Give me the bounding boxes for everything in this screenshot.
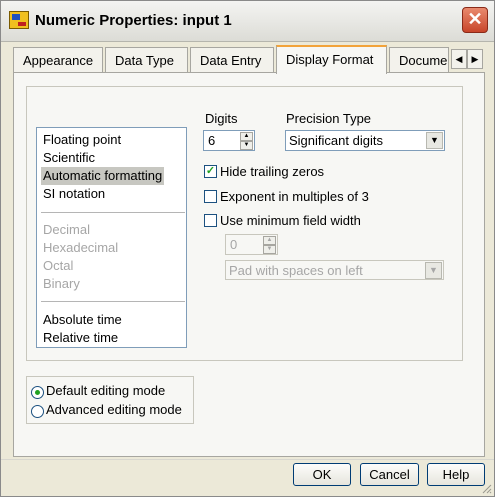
- window-title: Numeric Properties: input 1: [35, 12, 232, 29]
- tab-documentation[interactable]: Documentation: [389, 47, 449, 73]
- labview-app-icon: [9, 11, 29, 29]
- list-item-hexadecimal: Hexadecimal: [43, 240, 119, 255]
- exponent-multiples-checkbox[interactable]: [204, 190, 217, 203]
- exponent-multiples-label[interactable]: Exponent in multiples of 3: [220, 189, 369, 204]
- tab-appearance[interactable]: Appearance: [13, 47, 103, 73]
- title-bar[interactable]: Numeric Properties: input 1 ✕: [1, 1, 494, 42]
- default-editing-mode-label[interactable]: Default editing mode: [46, 383, 165, 398]
- min-field-width-label[interactable]: Use minimum field width: [220, 213, 361, 228]
- advanced-editing-mode-label[interactable]: Advanced editing mode: [46, 402, 182, 417]
- spin-up-icon[interactable]: ▲: [240, 132, 253, 141]
- precision-type-select[interactable]: Significant digits ▼: [285, 130, 445, 151]
- spin-down-icon: ▼: [263, 245, 276, 254]
- list-item-relative-time[interactable]: Relative time: [43, 329, 118, 347]
- ok-button[interactable]: OK: [293, 463, 351, 486]
- list-separator: [41, 212, 185, 213]
- arrow-right-icon: ▶: [471, 54, 479, 64]
- padding-select: Pad with spaces on left ▼: [225, 260, 444, 280]
- dialog-window: Numeric Properties: input 1 ✕ Appearance…: [0, 0, 495, 497]
- padding-value: Pad with spaces on left: [229, 263, 363, 278]
- hide-trailing-zeros-label[interactable]: Hide trailing zeros: [220, 164, 324, 179]
- list-item-absolute-time[interactable]: Absolute time: [43, 311, 122, 329]
- tab-scroll-left-button[interactable]: ◀: [451, 49, 467, 69]
- chevron-down-icon[interactable]: ▼: [426, 132, 443, 149]
- chevron-down-icon: ▼: [425, 262, 442, 279]
- tab-data-type[interactable]: Data Type: [105, 47, 188, 73]
- min-width-stepper: 0 ▲ ▼: [225, 234, 278, 255]
- tab-data-entry[interactable]: Data Entry: [190, 47, 274, 73]
- footer-divider: [1, 459, 494, 460]
- list-item-octal: Octal: [43, 258, 74, 273]
- precision-type-value: Significant digits: [289, 133, 383, 148]
- list-item-floating-point[interactable]: Floating point: [43, 131, 121, 149]
- digits-label: Digits: [205, 111, 238, 126]
- list-item-binary: Binary: [43, 276, 80, 291]
- list-item-automatic-formatting[interactable]: Automatic formatting: [41, 167, 165, 185]
- spin-down-icon[interactable]: ▼: [240, 141, 253, 150]
- hide-trailing-zeros-checkbox[interactable]: ✓: [204, 165, 217, 178]
- list-item-si-notation[interactable]: SI notation: [43, 185, 105, 203]
- help-button[interactable]: Help: [427, 463, 485, 486]
- min-field-width-checkbox[interactable]: [204, 214, 217, 227]
- tab-scroll-right-button[interactable]: ▶: [467, 49, 483, 69]
- min-width-value: 0: [230, 237, 238, 252]
- cancel-button[interactable]: Cancel: [360, 463, 419, 486]
- spin-up-icon: ▲: [263, 236, 276, 245]
- format-type-list[interactable]: Floating point Scientific Automatic form…: [36, 127, 187, 348]
- digits-stepper[interactable]: 6 ▲ ▼: [203, 130, 255, 151]
- precision-type-label: Precision Type: [286, 111, 372, 126]
- advanced-editing-mode-radio[interactable]: [31, 405, 44, 418]
- tab-display-format[interactable]: Display Format: [276, 45, 387, 74]
- close-button[interactable]: ✕: [462, 7, 488, 33]
- list-separator: [41, 301, 185, 302]
- digits-value[interactable]: 6: [208, 133, 215, 148]
- list-item-scientific[interactable]: Scientific: [43, 149, 95, 167]
- arrow-left-icon: ◀: [455, 54, 463, 64]
- resize-grip-icon[interactable]: [482, 484, 492, 494]
- list-item-decimal: Decimal: [43, 222, 90, 237]
- default-editing-mode-radio[interactable]: [31, 386, 44, 399]
- close-icon: ✕: [467, 9, 483, 29]
- editing-mode-group: Default editing mode Advanced editing mo…: [26, 376, 194, 424]
